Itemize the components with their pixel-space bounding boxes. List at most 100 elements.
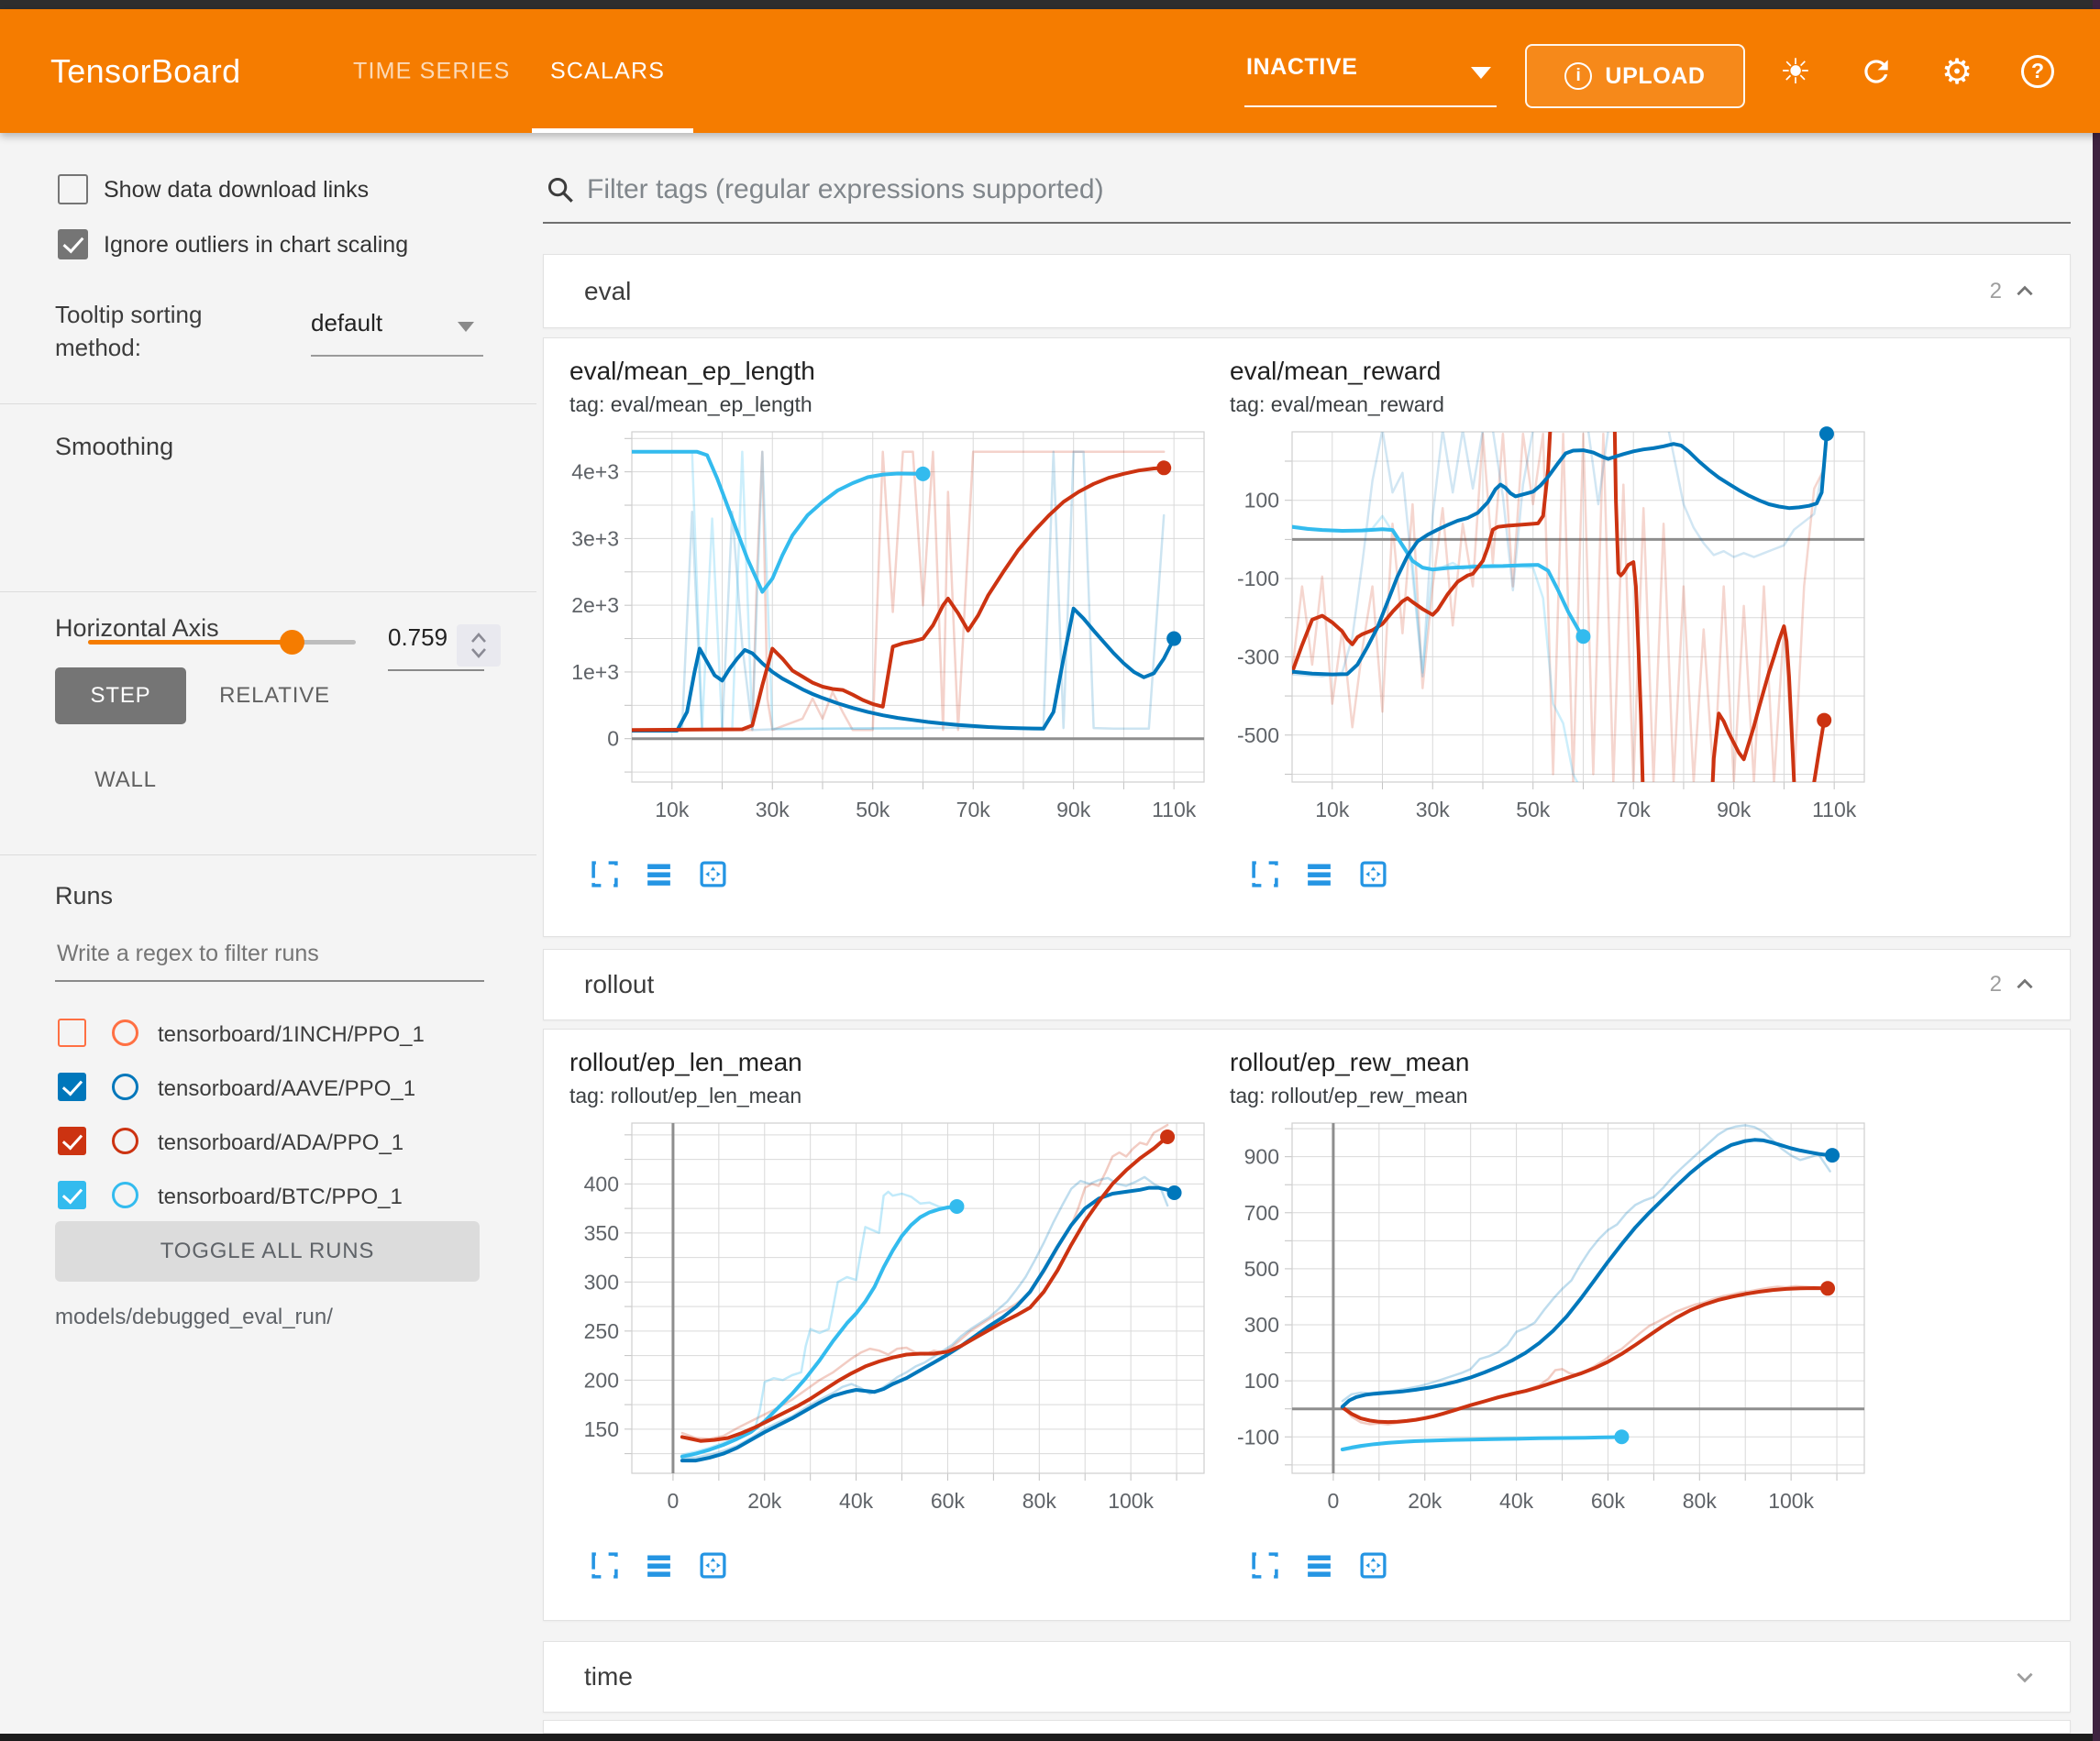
- axis-wall-button[interactable]: WALL: [75, 752, 176, 809]
- expand-chart-icon[interactable]: [1250, 1550, 1280, 1581]
- svg-text:10k: 10k: [1315, 798, 1350, 821]
- flatten-axes-icon[interactable]: [644, 859, 674, 889]
- next-section-card-sliver: [543, 1720, 2071, 1734]
- show-download-links-label: Show data download links: [104, 177, 369, 204]
- chevron-up-icon[interactable]: [2013, 973, 2037, 997]
- axis-relative-button[interactable]: RELATIVE: [213, 667, 337, 724]
- run-color-circle[interactable]: [112, 1019, 138, 1046]
- status-dropdown[interactable]: INACTIVE: [1244, 41, 1497, 107]
- svg-text:100: 100: [1244, 489, 1279, 512]
- status-dropdown-value: INACTIVE: [1246, 54, 1357, 81]
- svg-text:100k: 100k: [1768, 1489, 1814, 1513]
- chart-toolbar: [1230, 1550, 1872, 1581]
- tab-time-series[interactable]: TIME SERIES: [353, 58, 511, 84]
- svg-text:60k: 60k: [1591, 1489, 1626, 1513]
- browser-bottom-strip: [0, 1734, 2100, 1741]
- brightness-icon[interactable]: ☀: [1777, 53, 1814, 90]
- tag-filter-input[interactable]: [587, 174, 2071, 205]
- run-color-circle[interactable]: [112, 1128, 138, 1154]
- fit-to-data-icon[interactable]: [698, 859, 728, 889]
- run-row-aave[interactable]: tensorboard/AAVE/PPO_1: [0, 1065, 536, 1111]
- chart-toolbar: [1230, 859, 1872, 889]
- chart-eval-mean-reward: eval/mean_reward tag: eval/mean_reward 1…: [1230, 357, 1872, 889]
- section-count: 2: [1990, 972, 2002, 997]
- run-checkbox[interactable]: [58, 1127, 86, 1155]
- line-chart[interactable]: 020k40k60k80k100k-100100300500700900: [1230, 1116, 1872, 1547]
- section-header-eval[interactable]: eval 2: [543, 254, 2071, 328]
- flatten-axes-icon[interactable]: [644, 1550, 674, 1581]
- refresh-icon[interactable]: [1858, 53, 1895, 90]
- svg-text:-500: -500: [1237, 723, 1279, 747]
- chart-tag: tag: eval/mean_reward: [1230, 392, 1872, 417]
- svg-text:-100: -100: [1237, 1425, 1279, 1449]
- tooltip-sorting-value: default: [311, 309, 382, 336]
- ignore-outliers-checkbox[interactable]: [58, 229, 88, 259]
- svg-text:3e+3: 3e+3: [571, 526, 619, 550]
- svg-text:110k: 110k: [1152, 798, 1197, 821]
- runs-filter-input[interactable]: [55, 935, 484, 982]
- flatten-axes-icon[interactable]: [1304, 1550, 1334, 1581]
- fit-to-data-icon[interactable]: [698, 1550, 728, 1581]
- info-icon: i: [1564, 62, 1592, 90]
- tooltip-sorting-select[interactable]: default: [311, 309, 483, 337]
- svg-text:50k: 50k: [856, 798, 890, 821]
- tab-scalars[interactable]: SCALARS: [550, 58, 665, 84]
- svg-text:-300: -300: [1237, 645, 1279, 668]
- svg-text:500: 500: [1244, 1257, 1279, 1281]
- fit-to-data-icon[interactable]: [1358, 859, 1388, 889]
- upload-button[interactable]: i UPLOAD: [1525, 44, 1745, 108]
- show-download-links-checkbox[interactable]: [58, 174, 88, 204]
- expand-chart-icon[interactable]: [590, 1550, 620, 1581]
- flatten-axes-icon[interactable]: [1304, 859, 1334, 889]
- svg-text:110k: 110k: [1812, 798, 1857, 821]
- settings-sidebar: Show data download links Ignore outliers…: [0, 133, 536, 1734]
- chart-toolbar: [569, 1550, 1211, 1581]
- chart-title: rollout/ep_rew_mean: [1230, 1048, 1872, 1077]
- chart-title: eval/mean_ep_length: [569, 357, 1211, 386]
- smoothing-slider-knob[interactable]: [280, 630, 304, 655]
- chart-tag: tag: rollout/ep_len_mean: [569, 1084, 1211, 1108]
- svg-text:350: 350: [584, 1221, 619, 1245]
- run-color-circle[interactable]: [112, 1074, 138, 1100]
- svg-text:100: 100: [1244, 1369, 1279, 1393]
- desktop-edge-strip: [2093, 0, 2100, 1741]
- svg-text:30k: 30k: [756, 798, 790, 821]
- chevron-up-icon[interactable]: [2013, 280, 2037, 303]
- smoothing-label: Smoothing: [55, 433, 173, 461]
- run-checkbox[interactable]: [58, 1181, 86, 1209]
- upload-button-label: UPLOAD: [1605, 63, 1705, 90]
- smoothing-stepper[interactable]: [457, 624, 501, 667]
- run-row-1inch[interactable]: tensorboard/1INCH/PPO_1: [0, 1011, 536, 1057]
- axis-step-button[interactable]: STEP: [55, 667, 186, 724]
- svg-text:10k: 10k: [655, 798, 690, 821]
- run-color-circle[interactable]: [112, 1182, 138, 1208]
- run-row-ada[interactable]: tensorboard/ADA/PPO_1: [0, 1119, 536, 1165]
- section-header-rollout[interactable]: rollout 2: [543, 949, 2071, 1020]
- tag-filter: [543, 158, 2071, 224]
- chevron-down-icon[interactable]: [2013, 1665, 2037, 1689]
- browser-top-strip: [0, 0, 2100, 9]
- run-row-btc[interactable]: tensorboard/BTC/PPO_1: [0, 1174, 536, 1219]
- run-checkbox[interactable]: [58, 1073, 86, 1101]
- chart-rollout-ep-len-mean: rollout/ep_len_mean tag: rollout/ep_len_…: [569, 1048, 1211, 1581]
- toggle-all-runs-button[interactable]: TOGGLE ALL RUNS: [55, 1221, 480, 1282]
- expand-chart-icon[interactable]: [1250, 859, 1280, 889]
- divider: [0, 854, 536, 855]
- svg-text:70k: 70k: [1617, 798, 1652, 821]
- section-header-time[interactable]: time: [543, 1641, 2071, 1713]
- line-chart[interactable]: 10k30k50k70k90k110k100-100-300-500: [1230, 424, 1872, 855]
- run-checkbox[interactable]: [58, 1019, 86, 1047]
- run-label: tensorboard/ADA/PPO_1: [158, 1130, 403, 1156]
- smoothing-value[interactable]: 0.759: [388, 623, 454, 652]
- tensorboard-app: TensorBoard TIME SERIES SCALARS INACTIVE…: [0, 0, 2100, 1741]
- settings-gear-icon[interactable]: ⚙: [1939, 53, 1975, 90]
- search-icon: [547, 176, 574, 204]
- line-chart[interactable]: 10k30k50k70k90k110k01e+32e+33e+34e+3: [569, 424, 1211, 855]
- run-label: tensorboard/AAVE/PPO_1: [158, 1076, 415, 1102]
- svg-text:80k: 80k: [1022, 1489, 1057, 1513]
- chart-eval-mean-ep-length: eval/mean_ep_length tag: eval/mean_ep_le…: [569, 357, 1211, 889]
- help-icon[interactable]: ?: [2019, 53, 2056, 90]
- expand-chart-icon[interactable]: [590, 859, 620, 889]
- fit-to-data-icon[interactable]: [1358, 1550, 1388, 1581]
- line-chart[interactable]: 020k40k60k80k100k150200250300350400: [569, 1116, 1211, 1547]
